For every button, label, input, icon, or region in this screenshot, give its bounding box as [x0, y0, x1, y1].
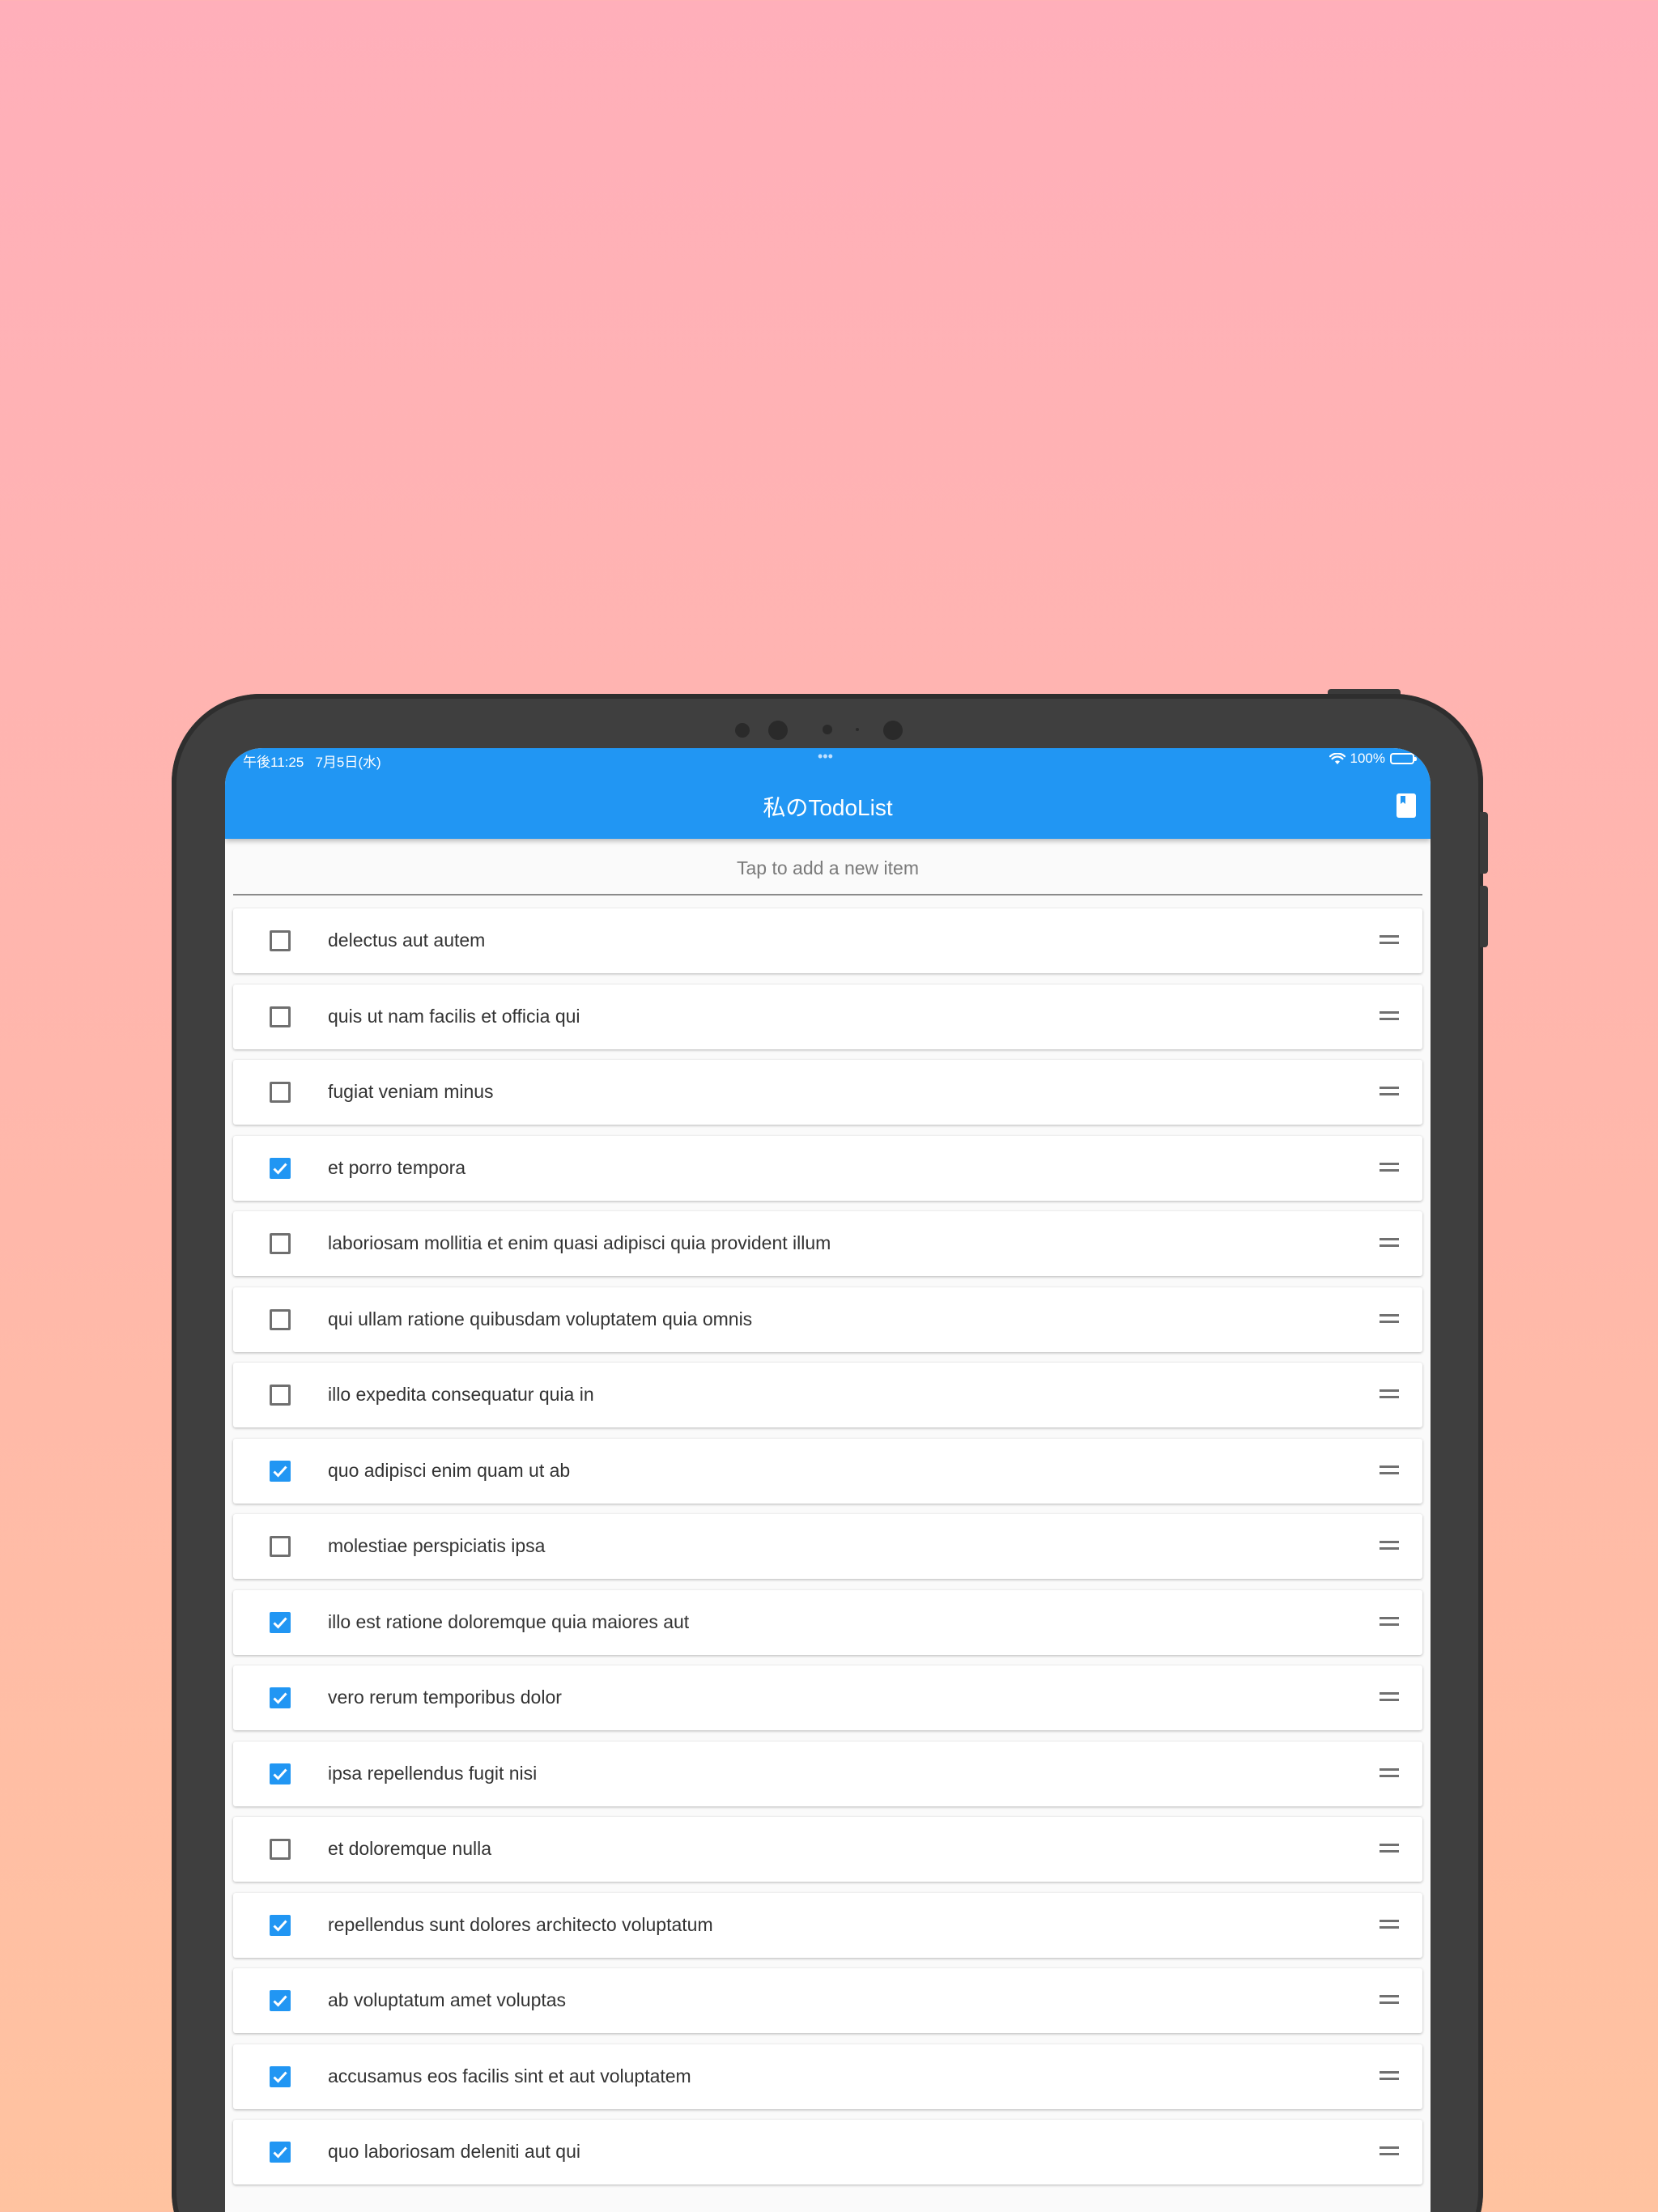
list-item[interactable]: ab voluptatum amet voluptas	[233, 1968, 1422, 2033]
drag-handle-icon[interactable]	[1380, 1692, 1399, 1702]
checkbox-checked[interactable]	[270, 1914, 291, 1936]
list-item-label: et porro tempora	[328, 1156, 466, 1178]
checkmark-icon	[273, 1616, 287, 1629]
drag-handle-icon[interactable]	[1380, 935, 1399, 945]
list-item-label: repellendus sunt dolores architecto volu…	[328, 1913, 713, 1935]
drag-handle-icon[interactable]	[1380, 1238, 1399, 1248]
drag-handle-icon[interactable]	[1380, 1010, 1399, 1021]
list-item[interactable]: vero rerum temporibus dolor	[233, 1665, 1422, 1730]
list-item-label: laboriosam mollitia et enim quasi adipis…	[328, 1232, 831, 1253]
drag-handle-icon[interactable]	[1380, 1087, 1399, 1096]
list-item[interactable]: quo adipisci enim quam ut ab	[233, 1438, 1422, 1504]
list-item-label: fugiat veniam minus	[328, 1081, 494, 1102]
list-item[interactable]: qui ullam ratione quibusdam voluptatem q…	[233, 1287, 1422, 1352]
sensor-lens-right	[883, 721, 903, 740]
drag-handle-icon[interactable]	[1380, 1541, 1399, 1551]
sensor-pinhole	[856, 728, 859, 731]
front-camera	[823, 725, 832, 734]
list-item[interactable]: quo laboriosam deleniti aut qui	[233, 2120, 1422, 2184]
drag-handle-icon[interactable]	[1380, 1465, 1399, 1475]
status-indicators: 100%	[1329, 751, 1417, 767]
checkbox-checked[interactable]	[270, 1990, 291, 2011]
book-icon	[1397, 793, 1416, 818]
list-item-label: delectus aut autem	[328, 929, 486, 951]
checkbox-checked[interactable]	[270, 1687, 291, 1708]
list-item-label: quis ut nam facilis et officia qui	[328, 1005, 580, 1027]
list-item[interactable]: et porro tempora	[233, 1135, 1422, 1201]
checkbox-checked[interactable]	[270, 1460, 291, 1482]
list-item-label: et doloremque nulla	[328, 1838, 492, 1859]
app-bar: 午後11:25 7月5日(水) ••• 100% 私のTodoList	[225, 748, 1431, 839]
checkmark-icon	[273, 1692, 287, 1704]
checkmark-icon	[273, 1995, 287, 2007]
list-item[interactable]: repellendus sunt dolores architecto volu…	[233, 1892, 1422, 1958]
list-item-label: molestiae perspiciatis ipsa	[328, 1535, 546, 1556]
list-item[interactable]: molestiae perspiciatis ipsa	[233, 1514, 1422, 1579]
list-item-label: ipsa repellendus fugit nisi	[328, 1762, 538, 1784]
drag-handle-icon[interactable]	[1380, 1767, 1399, 1778]
checkbox-checked[interactable]	[270, 1611, 291, 1633]
list-item[interactable]: ipsa repellendus fugit nisi	[233, 1741, 1422, 1806]
checkbox-unchecked[interactable]	[270, 1006, 291, 1027]
list-item[interactable]: accusamus eos facilis sint et aut volupt…	[233, 2044, 1422, 2109]
volume-down-button	[1480, 886, 1488, 947]
list-item[interactable]: laboriosam mollitia et enim quasi adipis…	[233, 1211, 1422, 1276]
list-item[interactable]: illo expedita consequatur quia in	[233, 1363, 1422, 1427]
drag-handle-icon[interactable]	[1380, 1389, 1399, 1399]
drag-handle-icon[interactable]	[1380, 1844, 1399, 1853]
todo-list: delectus aut autem quis ut nam facilis et…	[233, 908, 1422, 2196]
checkbox-checked[interactable]	[270, 1763, 291, 1784]
checkbox-unchecked[interactable]	[270, 1308, 291, 1330]
checkbox-unchecked[interactable]	[270, 1233, 291, 1254]
status-time: 午後11:25 7月5日(水)	[243, 755, 381, 770]
checkbox-unchecked[interactable]	[270, 1385, 291, 1406]
wifi-icon	[1329, 752, 1346, 764]
list-item-label: quo adipisci enim quam ut ab	[328, 1459, 571, 1481]
sensor-lens	[768, 721, 788, 740]
status-bar: 午後11:25 7月5日(水) ••• 100%	[225, 748, 1431, 781]
checkmark-icon	[273, 1162, 287, 1175]
checkbox-unchecked[interactable]	[270, 930, 291, 951]
app-screen: 午後11:25 7月5日(水) ••• 100% 私のTodoList dele…	[225, 748, 1431, 2212]
checkbox-unchecked[interactable]	[270, 1536, 291, 1557]
list-item-label: illo expedita consequatur quia in	[328, 1384, 594, 1405]
checkmark-icon	[273, 2146, 287, 2159]
battery-icon	[1390, 753, 1417, 764]
checkbox-checked[interactable]	[270, 2142, 291, 2163]
multitasking-dots[interactable]: •••	[818, 748, 833, 765]
sensor-dot	[735, 723, 750, 738]
drag-handle-icon[interactable]	[1380, 1162, 1399, 1172]
list-item-label: accusamus eos facilis sint et aut volupt…	[328, 2065, 691, 2087]
checkmark-icon	[273, 2070, 287, 2083]
volume-up-button	[1480, 812, 1488, 874]
list-item-label: ab voluptatum amet voluptas	[328, 1989, 567, 2010]
checkmark-icon	[273, 1767, 287, 1780]
checkmark-icon	[273, 1919, 287, 1932]
list-item[interactable]: illo est ratione doloremque quia maiores…	[233, 1589, 1422, 1655]
drag-handle-icon[interactable]	[1380, 2146, 1399, 2156]
drag-handle-icon[interactable]	[1380, 1616, 1399, 1627]
battery-percentage: 100%	[1350, 751, 1385, 766]
drag-handle-icon[interactable]	[1380, 1313, 1399, 1324]
list-item[interactable]: delectus aut autem	[233, 908, 1422, 973]
book-button[interactable]	[1395, 792, 1418, 819]
checkbox-unchecked[interactable]	[270, 1082, 291, 1103]
list-item[interactable]: fugiat veniam minus	[233, 1060, 1422, 1125]
checkbox-unchecked[interactable]	[270, 1839, 291, 1860]
list-item-label: illo est ratione doloremque quia maiores…	[328, 1610, 690, 1632]
checkbox-checked[interactable]	[270, 2065, 291, 2087]
new-item-input[interactable]	[233, 839, 1422, 895]
list-item-label: quo laboriosam deleniti aut qui	[328, 2141, 580, 2162]
list-item[interactable]: quis ut nam facilis et officia qui	[233, 984, 1422, 1049]
checkbox-checked[interactable]	[270, 1157, 291, 1179]
drag-handle-icon[interactable]	[1380, 1995, 1399, 2005]
list-item[interactable]: et doloremque nulla	[233, 1817, 1422, 1882]
page-title: 私のTodoList	[763, 795, 893, 820]
drag-handle-icon[interactable]	[1380, 2070, 1399, 2081]
drag-handle-icon[interactable]	[1380, 1919, 1399, 1929]
list-item-label: qui ullam ratione quibusdam voluptatem q…	[328, 1308, 753, 1329]
checkmark-icon	[273, 1465, 287, 1478]
list-item-label: vero rerum temporibus dolor	[328, 1687, 562, 1708]
